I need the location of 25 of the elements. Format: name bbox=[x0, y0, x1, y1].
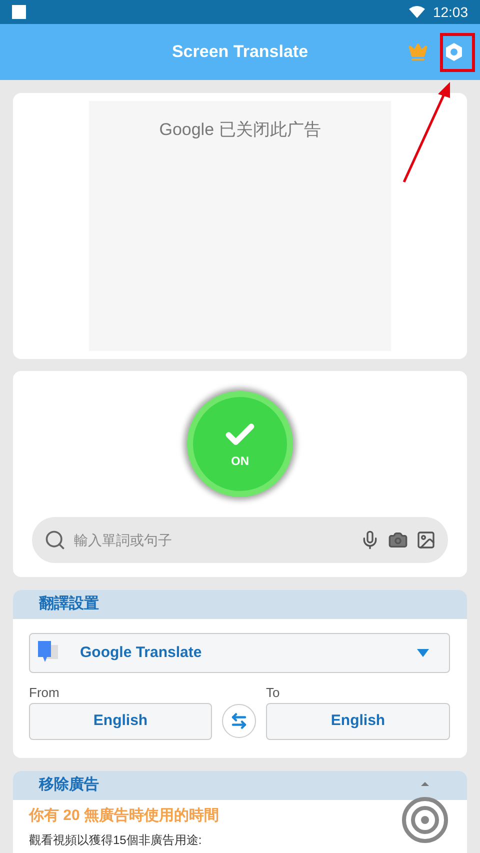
highlight-frame bbox=[440, 33, 475, 72]
source-language-button[interactable]: English bbox=[29, 702, 212, 740]
engine-dropdown[interactable]: Google Translate bbox=[29, 633, 450, 673]
target-language-button[interactable]: English bbox=[266, 702, 450, 740]
search-field[interactable]: 輸入單詞或句子 bbox=[74, 530, 352, 550]
ad-closed-text: Google 已关闭此广告 bbox=[159, 119, 321, 141]
clock: 12:03 bbox=[432, 3, 468, 22]
camera-icon[interactable] bbox=[388, 530, 408, 550]
search-icon bbox=[44, 529, 66, 551]
ad-free-notice: 你有 20 無廣告時使用的時間 bbox=[29, 806, 220, 826]
watch-video-text: 觀看視頻以獲得15個非廣告用途: bbox=[29, 832, 203, 848]
floating-target-button[interactable] bbox=[402, 782, 448, 844]
section-title: 翻譯設置 bbox=[39, 594, 99, 614]
search-bar[interactable]: 輸入單詞或句子 bbox=[32, 517, 448, 563]
image-icon[interactable] bbox=[416, 530, 436, 550]
wifi-icon bbox=[408, 6, 425, 18]
to-label: To bbox=[266, 684, 281, 702]
app-title: Screen Translate bbox=[172, 41, 308, 64]
notification-icon bbox=[12, 5, 26, 19]
settings-button[interactable] bbox=[444, 42, 464, 62]
from-label: From bbox=[29, 684, 60, 702]
section-title: 移除廣告 bbox=[39, 775, 99, 796]
dropdown-arrow-icon bbox=[417, 649, 429, 657]
swap-button[interactable] bbox=[222, 704, 256, 738]
swap-icon bbox=[230, 712, 248, 730]
